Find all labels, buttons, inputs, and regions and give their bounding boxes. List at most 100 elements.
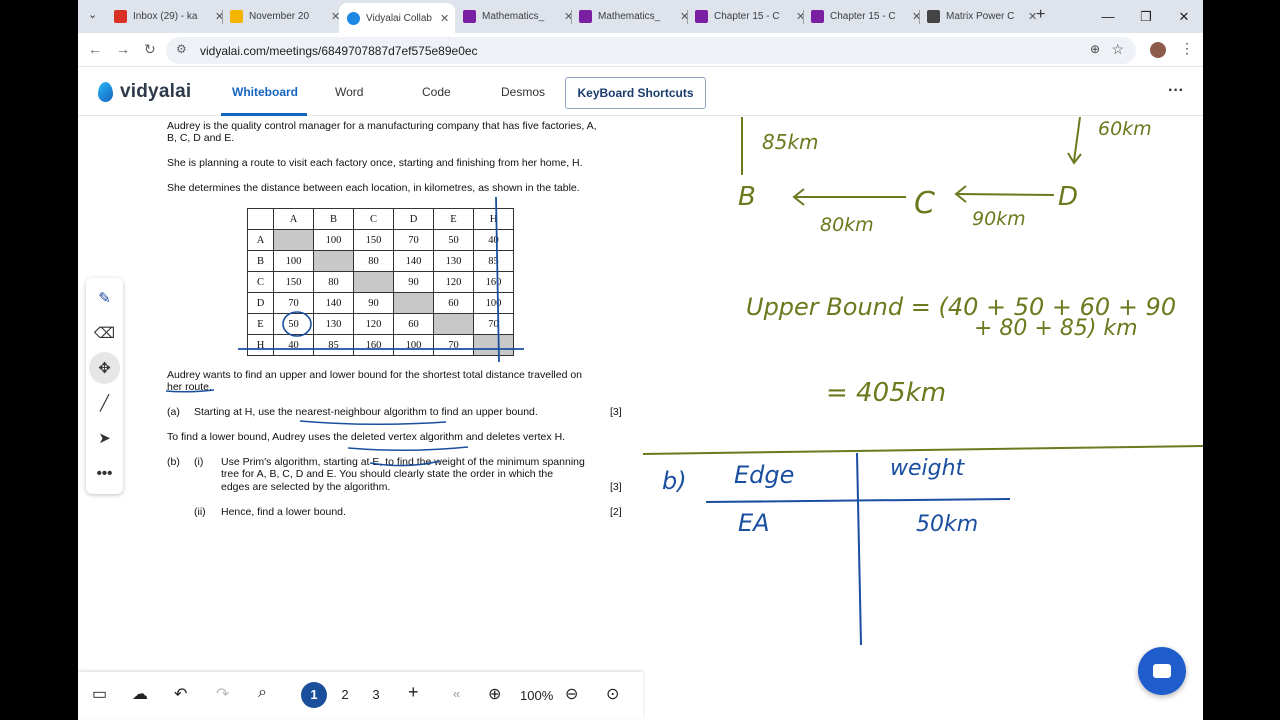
minimize-icon[interactable]: — xyxy=(1089,0,1127,33)
browser-menu-icon[interactable]: ⋮ xyxy=(1180,40,1194,57)
vidyalai-logo-icon xyxy=(98,82,113,102)
forward-icon[interactable]: → xyxy=(116,41,130,57)
drive-icon xyxy=(230,10,243,23)
question-text: Hence, find a lower bound. xyxy=(221,506,346,518)
tab-separator xyxy=(571,10,572,24)
row-label: A xyxy=(247,229,274,251)
table-cell xyxy=(313,250,354,272)
keyboard-shortcuts-button[interactable]: KeyBoard Shortcuts xyxy=(565,77,706,109)
line-icon[interactable]: ╱ xyxy=(86,387,123,419)
browser-tab[interactable]: Chapter 15 - C ✕ xyxy=(695,4,805,29)
book-icon xyxy=(695,10,708,23)
table-cell: 140 xyxy=(313,292,354,314)
tab-title: Vidyalai Collab xyxy=(366,12,432,24)
row-label: C xyxy=(247,271,274,293)
tab-separator xyxy=(222,10,223,24)
browser-tab[interactable]: Matrix Power C ✕ xyxy=(927,4,1037,29)
row-label: H xyxy=(247,334,274,356)
tab-strip: ⌄ Inbox (29) - ka ✕ November 20 ✕ Vidyal… xyxy=(78,0,1203,33)
ink-arrow-line xyxy=(957,193,1055,196)
restore-icon[interactable]: ❐ xyxy=(1127,0,1165,33)
whiteboard-canvas[interactable]: Audrey is the quality control manager fo… xyxy=(78,117,1203,720)
ink-table-vertical xyxy=(856,452,862,646)
table-cell: 140 xyxy=(393,250,434,272)
zoom-icon[interactable]: ⊕ xyxy=(1090,42,1100,56)
gmail-icon xyxy=(114,10,127,23)
reload-icon[interactable]: ↻ xyxy=(144,41,156,58)
browser-tab[interactable]: Mathematics_ ✕ xyxy=(579,4,689,29)
table-cell: 120 xyxy=(353,313,394,335)
redo-icon[interactable]: ↷ xyxy=(216,684,229,704)
bookmark-star-icon[interactable]: ☆ xyxy=(1111,41,1124,58)
new-tab-icon[interactable]: + xyxy=(1036,6,1045,24)
table-cell: 100 xyxy=(273,250,314,272)
table-header-cell: D xyxy=(393,208,434,230)
browser-tab[interactable]: Mathematics_ ✕ xyxy=(463,4,573,29)
table-cell xyxy=(353,271,394,293)
hw-upper-bound-cont: + 80 + 85) km xyxy=(974,316,1138,341)
browser-tab[interactable]: Chapter 15 - C ✕ xyxy=(811,4,921,29)
part-label: (a) xyxy=(167,406,180,418)
table-cell: 70 xyxy=(393,229,434,251)
tab-word[interactable]: Word xyxy=(335,85,363,99)
browser-tab-active[interactable]: Vidyalai Collab ✕ xyxy=(339,3,455,33)
browser-tab[interactable]: Inbox (29) - ka ✕ xyxy=(114,4,224,29)
page-button-3[interactable]: 3 xyxy=(363,682,389,708)
fit-screen-icon[interactable]: ⊙ xyxy=(606,684,619,704)
pen-icon[interactable]: ✎ xyxy=(86,282,123,314)
tab-desmos[interactable]: Desmos xyxy=(501,85,545,99)
url-text: vidyalai.com/meetings/6849707887d7ef575e… xyxy=(200,44,478,58)
collapse-icon[interactable]: « xyxy=(453,686,460,701)
ink-table-horizontal xyxy=(705,498,1011,503)
table-row: D 70 140 90 60 100 xyxy=(247,292,514,314)
table-cell: 70 xyxy=(273,292,314,314)
table-cell: 120 xyxy=(433,271,474,293)
drawing-toolbar: ✎ ⌫ ✥ ╱ ➤ ••• xyxy=(86,278,123,494)
eraser-icon[interactable]: ⌫ xyxy=(86,317,123,349)
zoom-out-icon[interactable]: ⊖ xyxy=(565,684,578,704)
table-cell: 70 xyxy=(433,334,474,356)
move-icon[interactable]: ✥ xyxy=(89,352,120,384)
close-window-icon[interactable]: ✕ xyxy=(1165,0,1203,33)
question-text: B, C, D and E. xyxy=(167,132,235,144)
tab-search-icon[interactable]: ⌄ xyxy=(88,8,97,21)
hw-80km: 80km xyxy=(820,214,874,236)
tab-code[interactable]: Code xyxy=(422,85,451,99)
page-button-2[interactable]: 2 xyxy=(332,682,358,708)
tab-title: Inbox (29) - ka xyxy=(133,11,198,22)
question-text: To find a lower bound, Audrey uses the d… xyxy=(167,431,566,443)
back-icon[interactable]: ← xyxy=(88,41,102,57)
hw-90km: 90km xyxy=(972,208,1026,230)
book-icon xyxy=(463,10,476,23)
site-info-icon[interactable]: ⚙ xyxy=(176,42,187,56)
url-field[interactable]: ⚙ vidyalai.com/meetings/6849707887d7ef57… xyxy=(166,37,1136,64)
select-cursor-icon[interactable]: ➤ xyxy=(86,422,123,454)
hw-part-b: b) xyxy=(662,467,687,495)
table-header-cell xyxy=(247,208,274,230)
folder-icon[interactable]: ▭ xyxy=(92,684,107,704)
marks: [3] xyxy=(610,481,622,493)
table-row: C 150 80 90 120 160 xyxy=(247,271,514,293)
add-page-icon[interactable]: + xyxy=(408,682,419,703)
chat-button[interactable] xyxy=(1138,647,1186,695)
clear-broom-icon[interactable]: ⌕ xyxy=(258,684,267,702)
tab-title: Matrix Power C xyxy=(946,11,1015,22)
table-cell: 100 xyxy=(393,334,434,356)
table-cell: 40 xyxy=(273,334,314,356)
question-text: tree for A, B, C, D and E. You should cl… xyxy=(221,468,554,480)
window-controls: — ❐ ✕ xyxy=(1089,0,1203,33)
zoom-in-icon[interactable]: ⊕ xyxy=(488,684,501,704)
more-options-icon[interactable]: ··· xyxy=(1168,82,1184,100)
more-tools-icon[interactable]: ••• xyxy=(86,457,123,489)
tab-separator xyxy=(919,10,920,24)
hw-node-d: D xyxy=(1058,182,1078,212)
tab-whiteboard[interactable]: Whiteboard xyxy=(232,85,298,99)
zoom-level: 100% xyxy=(520,688,554,703)
close-icon[interactable]: ✕ xyxy=(440,12,449,25)
avatar[interactable] xyxy=(1150,42,1166,58)
upload-cloud-icon[interactable]: ☁ xyxy=(132,684,148,704)
page-button-1[interactable]: 1 xyxy=(301,682,327,708)
undo-icon[interactable]: ↶ xyxy=(174,684,187,704)
bottom-toolbar: ▭ ☁ ↶ ↷ ⌕ 1 2 3 + « ⊕ 100% ⊖ ⊙ xyxy=(78,672,643,718)
browser-tab[interactable]: November 20 ✕ xyxy=(230,4,340,29)
